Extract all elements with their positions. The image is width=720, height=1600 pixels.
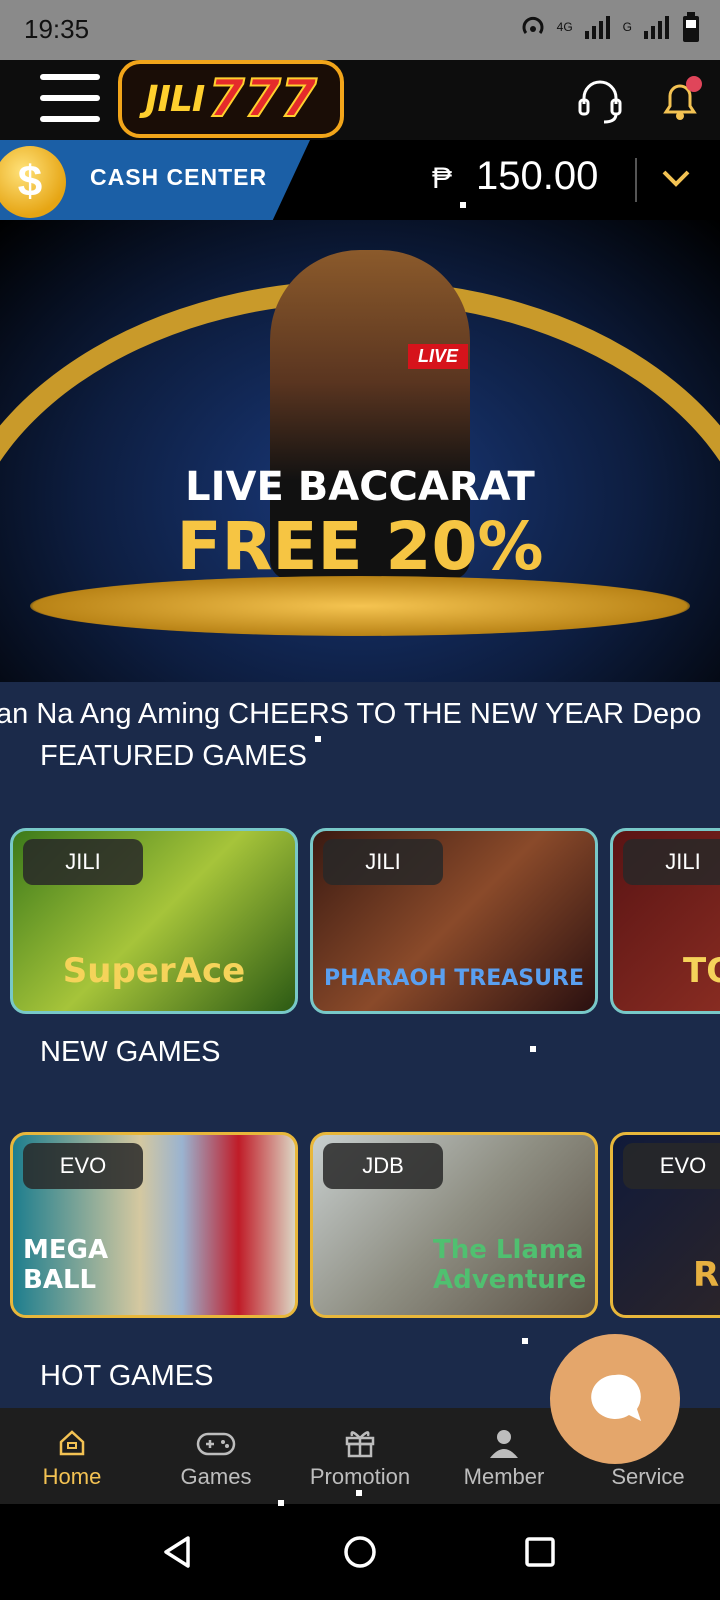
currency-symbol: ₱ (432, 162, 453, 195)
status-icons: 4G G (519, 12, 700, 42)
provider-badge: JILI (623, 839, 720, 885)
recents-icon[interactable] (522, 1534, 558, 1570)
snow-dot (522, 1338, 528, 1344)
game-title: SuperAce (62, 951, 246, 991)
marquee-text: an Na Ang Aming CHEERS TO THE NEW YEAR D… (0, 698, 702, 730)
game-card-3[interactable]: JILI TO (610, 828, 720, 1014)
provider-badge: JDB (323, 1143, 443, 1189)
banner-title: LIVE BACCARAT (185, 464, 535, 510)
featured-games-row: JILI SuperAce JILI PHARAOH TREASURE JILI… (0, 828, 720, 1018)
home-circle-icon[interactable] (342, 1534, 378, 1570)
divider (635, 158, 637, 202)
hot-games-title: HOT GAMES (40, 1360, 214, 1392)
game-title: PHARAOH TREASURE (324, 966, 584, 991)
nav-label: Home (42, 1464, 102, 1489)
live-badge: LIVE (408, 344, 469, 369)
game-title: TO (683, 951, 720, 991)
game-card-llama-adventure[interactable]: JDB The Llama Adventure (310, 1132, 598, 1318)
snow-dot (356, 1490, 362, 1496)
app-header: JILI 777 (0, 60, 720, 140)
system-navigation-bar (0, 1504, 720, 1600)
cash-center-bar[interactable]: $ CASH CENTER ₱ 150.00 (0, 140, 720, 220)
chevron-down-icon[interactable] (660, 162, 692, 194)
menu-icon[interactable] (40, 74, 100, 126)
snow-dot (315, 736, 321, 742)
game-title: The Llama Adventure (433, 1235, 587, 1295)
nav-label: Service (611, 1464, 685, 1489)
banner-coins (30, 576, 690, 636)
logo[interactable]: JILI 777 (118, 60, 344, 138)
provider-badge: EVO (23, 1143, 143, 1189)
cash-center-label[interactable]: CASH CENTER (90, 164, 267, 191)
status-time: 19:35 (24, 14, 90, 44)
promo-banner[interactable]: LIVE LIVE BACCARAT FREE 20% (0, 220, 720, 682)
nav-label: Promotion (309, 1464, 411, 1489)
user-icon (490, 1430, 518, 1458)
logo-text-jili: JILI (145, 78, 205, 120)
gift-icon (345, 1431, 375, 1458)
network-type-2: G (622, 20, 632, 34)
nav-label: Member (463, 1464, 545, 1489)
chat-bubble-icon (591, 1374, 641, 1421)
chat-button[interactable] (550, 1334, 680, 1464)
provider-badge: EVO (623, 1143, 720, 1189)
logo-text-777: 777 (207, 68, 318, 130)
snow-dot (530, 1046, 536, 1052)
new-games-title: NEW GAMES (40, 1036, 221, 1068)
battery-icon (683, 12, 699, 42)
home-icon (59, 1430, 85, 1456)
new-games-row: EVO MEGA BALL JDB The Llama Adventure EV… (0, 1132, 720, 1322)
status-bar: 19:35 4G G (0, 0, 720, 60)
nav-item-home[interactable]: Home (0, 1408, 144, 1504)
provider-badge: JILI (23, 839, 143, 885)
signal-icon-2 (644, 16, 669, 39)
nav-item-games[interactable]: Games (144, 1408, 288, 1504)
gamepad-icon (196, 1432, 236, 1456)
game-title: MEGA BALL (23, 1235, 109, 1295)
banner-subtitle: FREE 20% (176, 508, 544, 585)
game-card-3-new[interactable]: EVO Ro (610, 1132, 720, 1318)
game-card-superace[interactable]: JILI SuperAce (10, 828, 298, 1014)
headset-icon[interactable] (574, 74, 626, 126)
nav-label: Games (180, 1464, 252, 1489)
bell-icon[interactable] (654, 74, 706, 126)
network-type: 4G (556, 20, 573, 34)
snow-dot (278, 1500, 284, 1506)
game-card-mega-ball[interactable]: EVO MEGA BALL (10, 1132, 298, 1318)
snow-dot (460, 202, 466, 208)
game-card-pharaoh-treasure[interactable]: JILI PHARAOH TREASURE (310, 828, 598, 1014)
featured-games-title: FEATURED GAMES (40, 740, 307, 772)
provider-badge: JILI (323, 839, 443, 885)
back-icon[interactable] (160, 1534, 196, 1570)
balance-amount: 150.00 (476, 154, 599, 198)
game-title: Ro (693, 1255, 720, 1295)
hotspot-icon (522, 16, 544, 34)
signal-icon (584, 16, 610, 39)
